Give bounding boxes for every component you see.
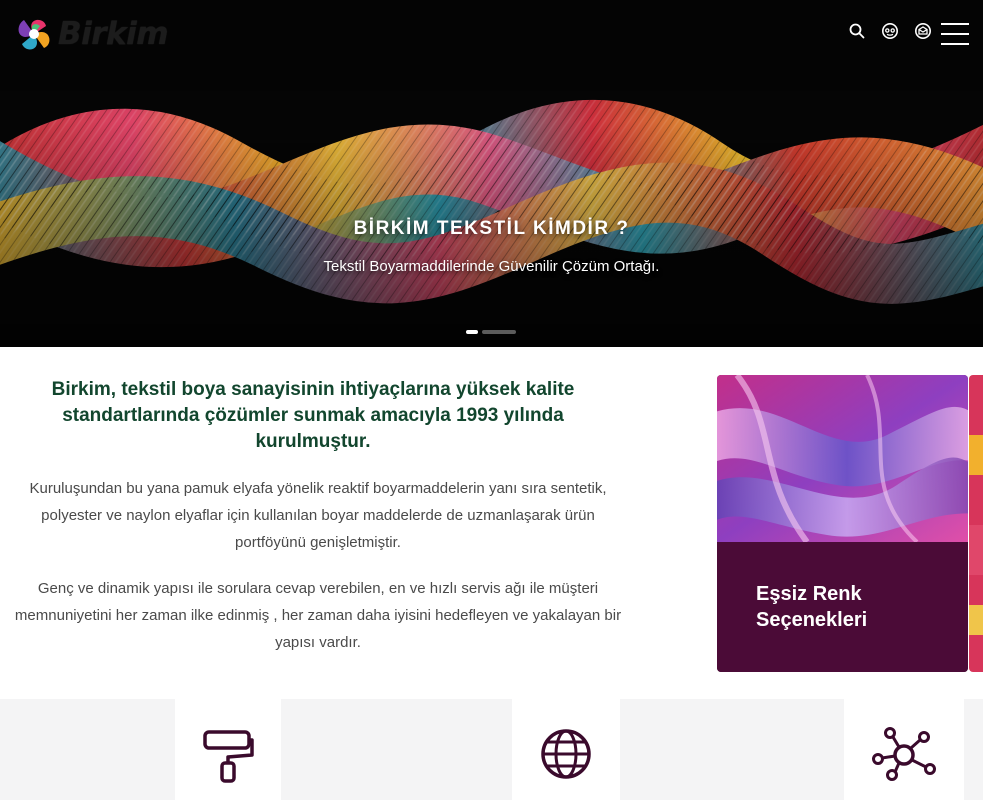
about-paragraph: Genç ve dinamik yapısı ile sorulara ceva… — [14, 580, 622, 651]
network-icon — [872, 727, 936, 781]
feature-tile-paint[interactable] — [175, 699, 281, 800]
next-card-image — [969, 375, 983, 672]
next-card-preview[interactable] — [969, 375, 983, 672]
feature-card[interactable]: Eşsiz Renk Seçenekleri — [717, 375, 968, 672]
contact-mail-button[interactable] — [912, 20, 934, 42]
mail-icon — [915, 23, 931, 39]
hero-subtitle: Tekstil Boyarmaddilerinde Güvenilir Çözü… — [323, 258, 660, 275]
features-strip — [0, 699, 983, 800]
top-navigation: Birkim — [0, 0, 983, 70]
search-icon — [849, 23, 865, 39]
slider-dot-active[interactable] — [466, 330, 478, 334]
feature-tile-network[interactable] — [844, 699, 964, 800]
about-heading: Birkim, tekstil boya sanayisinin ihtiyaç… — [51, 379, 575, 452]
hamburger-menu-icon-line — [941, 33, 969, 35]
about-section: Birkim, tekstil boya sanayisinin ihtiyaç… — [0, 347, 983, 699]
slider-pagination — [466, 330, 520, 334]
paint-roller-icon — [203, 730, 254, 783]
hamburger-menu-icon — [941, 23, 969, 25]
about-paragraph: Kuruluşundan bu yana pamuk elyafa yöneli… — [29, 480, 607, 551]
hero-title: BİRKİM TEKSTİL KİMDİR ? — [353, 218, 630, 239]
feature-tile-global[interactable] — [512, 699, 620, 800]
brand-logo[interactable]: Birkim — [14, 14, 169, 54]
brand-name: Birkim — [58, 16, 169, 52]
slider-dot[interactable] — [482, 330, 516, 334]
globe-icon — [541, 729, 591, 779]
support-icon — [882, 23, 898, 39]
feature-card-title: Eşsiz Renk Seçenekleri — [756, 583, 868, 631]
header-icon-group — [846, 20, 945, 42]
hero-slider: Birkim BİRKİM TEKSTİL KİMDİR ? Tekstil B… — [0, 0, 983, 347]
silk-fabric-image — [717, 375, 968, 542]
support-button[interactable] — [879, 20, 901, 42]
search-button[interactable] — [846, 20, 868, 42]
hamburger-menu-icon-line — [941, 43, 969, 45]
hamburger-menu-button[interactable] — [941, 21, 969, 47]
logo-swirl-icon — [18, 19, 50, 50]
